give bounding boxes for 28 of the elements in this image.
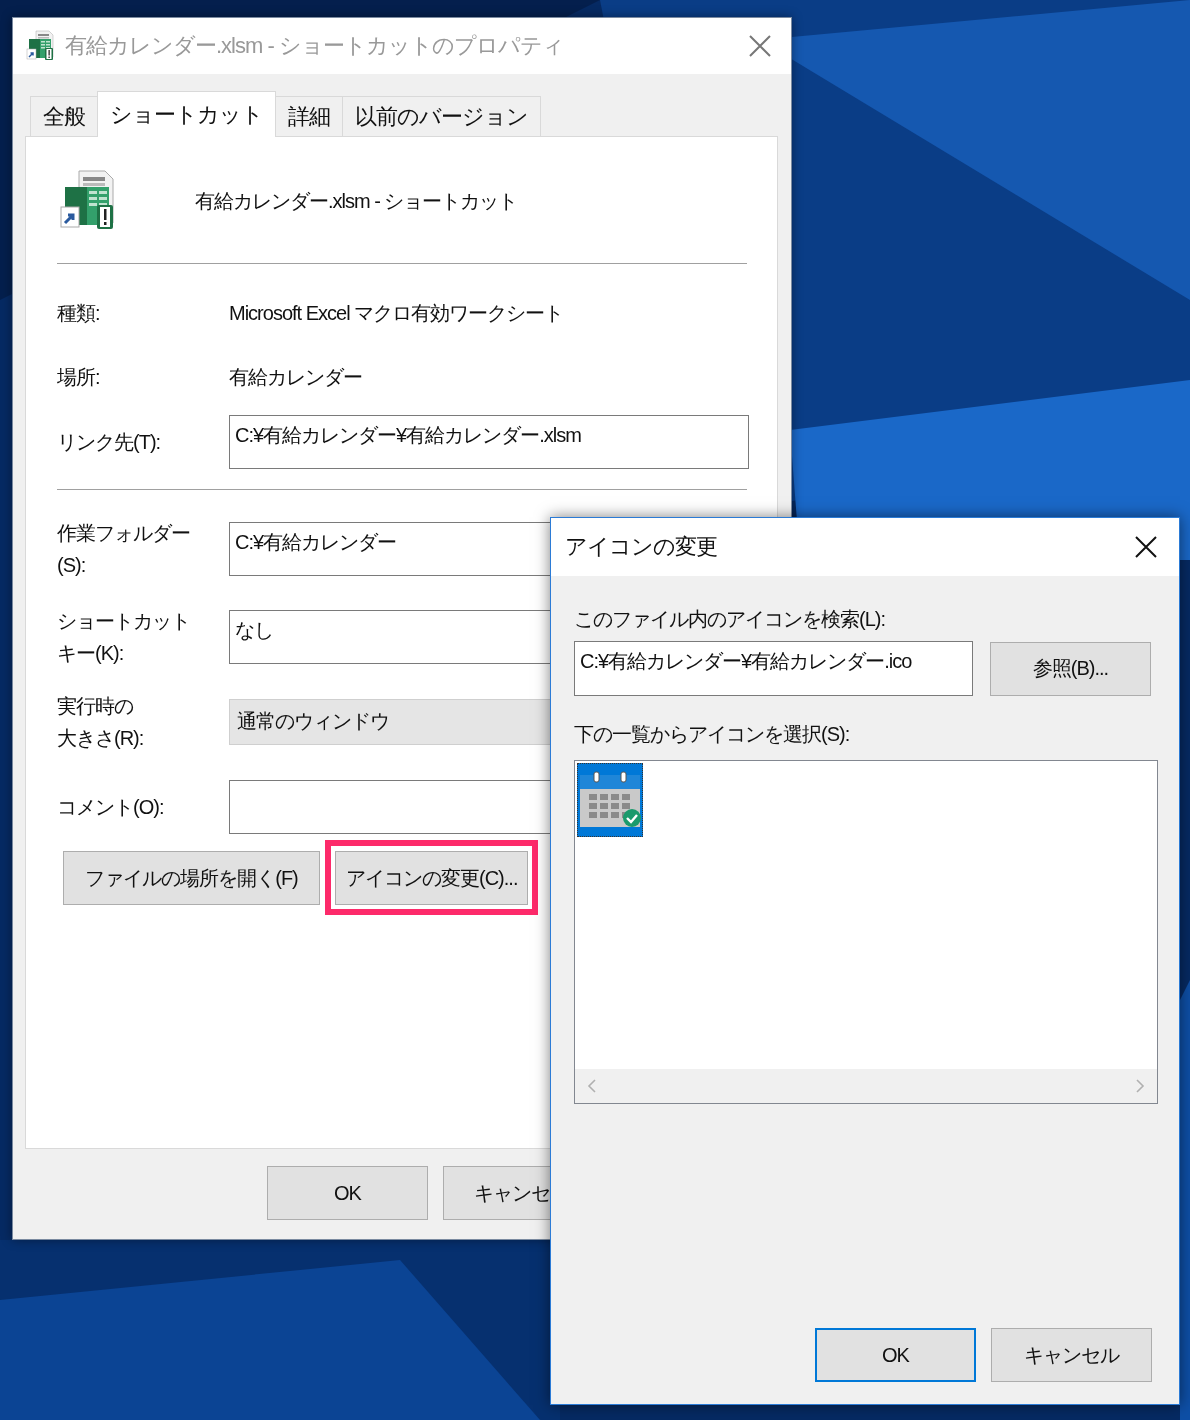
field-label: 実行時の大きさ(R): [57, 694, 145, 751]
action-button[interactable]: ファイルの場所を開く(F) [63, 851, 320, 905]
tab[interactable]: 全般 [30, 96, 98, 136]
browse-button[interactable]: 参照(B)... [990, 641, 1151, 696]
close-icon[interactable] [1135, 536, 1157, 558]
excel-shortcut-icon [25, 30, 57, 62]
field-label: コメント(O): [57, 795, 165, 820]
ok-button[interactable]: OK [815, 1328, 976, 1382]
action-button[interactable]: アイコンの変更(C)... [335, 851, 529, 905]
icon-item[interactable] [577, 763, 643, 837]
field-label: リンク先(T): [57, 430, 162, 455]
field-label: 作業フォルダー(S): [57, 521, 191, 578]
calendar-icon [579, 771, 641, 829]
field-label: 場所: [57, 365, 101, 390]
dialog-title: アイコンの変更 [565, 533, 717, 561]
input-field[interactable]: C:¥有給カレンダー¥有給カレンダー.xlsm [229, 415, 749, 469]
ok-button[interactable]: OK [267, 1166, 428, 1220]
field-label: ショートカットキー(K): [57, 609, 191, 666]
window-title: 有給カレンダー.xlsm - ショートカットのプロパティ [65, 32, 565, 60]
icon-list[interactable] [574, 760, 1158, 1104]
tab[interactable]: ショートカット [97, 91, 276, 137]
field-value: 有給カレンダー [229, 364, 363, 390]
tab[interactable]: 以前のバージョン [342, 96, 541, 136]
cancel-button[interactable]: キャンセル [991, 1328, 1152, 1382]
shortcut-name: 有給カレンダー.xlsm - ショートカット [195, 188, 518, 214]
input-field[interactable]: C:¥有給カレンダー¥有給カレンダー.ico [574, 641, 973, 696]
field-value: Microsoft Excel マクロ有効ワークシート [229, 300, 565, 326]
field-label: 種類: [57, 301, 101, 326]
